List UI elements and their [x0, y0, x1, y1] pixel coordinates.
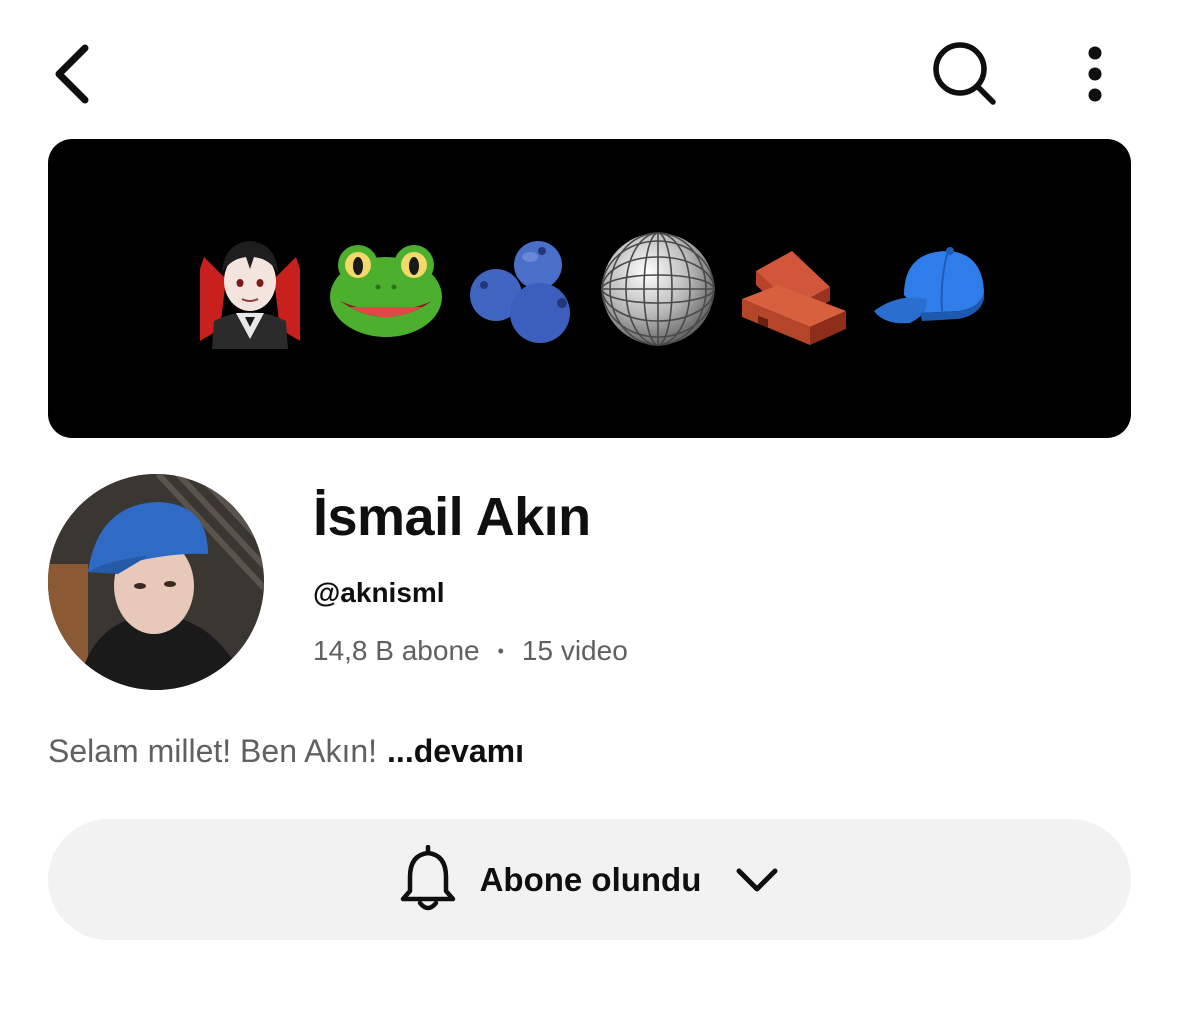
- mirror-ball-emoji-icon: [600, 231, 715, 346]
- bell-icon: [400, 844, 455, 910]
- top-app-bar: [0, 0, 1179, 140]
- description-more-link[interactable]: ...devamı: [387, 733, 524, 769]
- channel-banner[interactable]: [48, 139, 1131, 438]
- channel-avatar[interactable]: [48, 474, 264, 690]
- subscribed-label: Abone olundu: [479, 860, 702, 898]
- baseball-cap-emoji-icon: [873, 246, 984, 323]
- more-vertical-icon: [1088, 46, 1102, 102]
- video-count: 15 video: [521, 635, 628, 666]
- stats-separator: •: [497, 641, 504, 661]
- search-icon: [933, 42, 996, 105]
- vampire-emoji-icon: [199, 240, 300, 349]
- chevron-down-icon: [736, 868, 778, 891]
- back-button[interactable]: [36, 36, 106, 112]
- frog-emoji-icon: [329, 244, 442, 337]
- channel-stats: 14,8 B abone • 15 video: [313, 632, 628, 670]
- banner-emoji-row: [48, 139, 1131, 438]
- channel-description[interactable]: Selam millet! Ben Akın! ...devamı: [48, 730, 524, 772]
- bricks-emoji-icon: [741, 250, 846, 345]
- blueberries-emoji-icon: [469, 240, 570, 343]
- chevron-left-icon: [55, 44, 89, 104]
- description-text: Selam millet! Ben Akın!: [48, 733, 378, 769]
- profile-photo: [48, 474, 264, 690]
- subscribed-button[interactable]: Abone olundu: [48, 819, 1131, 940]
- channel-handle: @aknisml: [313, 577, 445, 608]
- more-options-button[interactable]: [1062, 36, 1128, 112]
- channel-name: İsmail Akın: [313, 487, 591, 547]
- search-button[interactable]: [920, 36, 1010, 112]
- subscriber-count: 14,8 B abone: [313, 635, 480, 666]
